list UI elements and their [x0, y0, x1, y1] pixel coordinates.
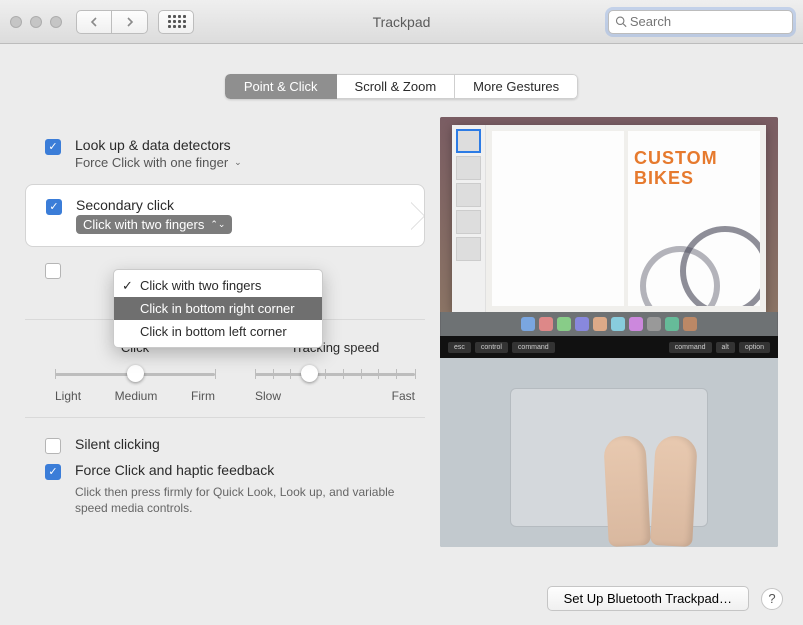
preview-finger — [650, 435, 698, 547]
click-slider-track[interactable] — [55, 365, 215, 383]
preview-headline: CUSTOM BIKES — [628, 131, 760, 207]
gesture-preview: CUSTOM BIKES esc control command command — [440, 117, 778, 547]
tracking-speed-slider: Tracking speed — [255, 340, 415, 403]
prefpane: Point & Click Scroll & Zoom More Gesture… — [0, 44, 803, 625]
checkbox-look-up[interactable] — [45, 139, 61, 155]
zoom-button[interactable] — [50, 16, 62, 28]
preview-dock — [440, 312, 778, 336]
slider-knob[interactable] — [301, 365, 318, 382]
scale-label: Fast — [392, 389, 415, 403]
option-force-click: Force Click and haptic feedback — [45, 458, 415, 484]
option-look-up: Look up & data detectors Force Click wit… — [25, 127, 425, 180]
preview-finger — [603, 435, 651, 547]
popup-item-two-fingers[interactable]: Click with two fingers — [114, 274, 322, 297]
option-subtext: Click then press firmly for Quick Look, … — [75, 484, 405, 516]
checkbox-silent-clicking[interactable] — [45, 438, 61, 454]
tracking-slider-track[interactable] — [255, 365, 415, 383]
look-up-mode-dropdown[interactable]: Force Click with one finger ⌄ — [75, 155, 242, 170]
checkbox-secondary-click[interactable] — [46, 199, 62, 215]
scale-label: Light — [55, 389, 81, 403]
option-title: Force Click and haptic feedback — [75, 462, 274, 478]
preview-trackpad — [510, 388, 708, 527]
option-title: Secondary click — [76, 197, 232, 213]
click-pressure-slider: Click Light Medium Firm — [55, 340, 215, 403]
tab-bar: Point & Click Scroll & Zoom More Gesture… — [0, 44, 803, 117]
bottom-options: Silent clicking Force Click and haptic f… — [25, 418, 425, 516]
help-button[interactable]: ? — [761, 588, 783, 610]
close-button[interactable] — [10, 16, 22, 28]
checkbox-tap-to-click[interactable] — [45, 263, 61, 279]
search-input[interactable] — [630, 14, 786, 29]
window-titlebar: Trackpad — [0, 0, 803, 44]
minimize-button[interactable] — [30, 16, 42, 28]
setup-bluetooth-trackpad-button[interactable]: Set Up Bluetooth Trackpad… — [547, 586, 749, 611]
option-secondary-click: Secondary click Click with two fingers ⌃… — [25, 184, 425, 247]
preview-touchbar: esc control command command alt option — [440, 336, 778, 358]
search-field[interactable] — [608, 10, 793, 34]
preview-screen: CUSTOM BIKES — [440, 117, 778, 312]
grid-icon — [168, 15, 184, 28]
option-silent-clicking: Silent clicking — [45, 432, 415, 458]
chevron-up-down-icon: ⌃⌄ — [210, 219, 225, 230]
option-title: Silent clicking — [75, 436, 160, 452]
forward-button[interactable] — [112, 10, 148, 34]
preview-trackpad-area — [440, 358, 778, 547]
popup-item-bottom-right[interactable]: Click in bottom right corner — [114, 297, 322, 320]
search-icon — [615, 15, 627, 28]
checkbox-force-click[interactable] — [45, 464, 61, 480]
secondary-click-mode-dropdown[interactable]: Click with two fingers ⌃⌄ — [76, 215, 232, 234]
tab-point-click[interactable]: Point & Click — [225, 74, 337, 99]
back-button[interactable] — [76, 10, 112, 34]
option-title: Look up & data detectors — [75, 137, 242, 153]
preview-app-window: CUSTOM BIKES — [452, 125, 766, 312]
slider-knob[interactable] — [127, 365, 144, 382]
nav-buttons — [76, 10, 148, 34]
secondary-click-popup: Click with two fingers Click in bottom r… — [113, 269, 323, 348]
show-all-button[interactable] — [158, 10, 194, 34]
options-panel: Look up & data detectors Force Click wit… — [25, 117, 425, 547]
popup-item-bottom-left[interactable]: Click in bottom left corner — [114, 320, 322, 343]
tab-more-gestures[interactable]: More Gestures — [455, 74, 578, 99]
chevron-down-icon: ⌄ — [234, 157, 242, 168]
tab-scroll-zoom[interactable]: Scroll & Zoom — [337, 74, 456, 99]
scale-label: Medium — [115, 389, 158, 403]
footer: Set Up Bluetooth Trackpad… ? — [547, 586, 783, 611]
scale-label: Slow — [255, 389, 281, 403]
window-controls — [10, 16, 62, 28]
scale-label: Firm — [191, 389, 215, 403]
